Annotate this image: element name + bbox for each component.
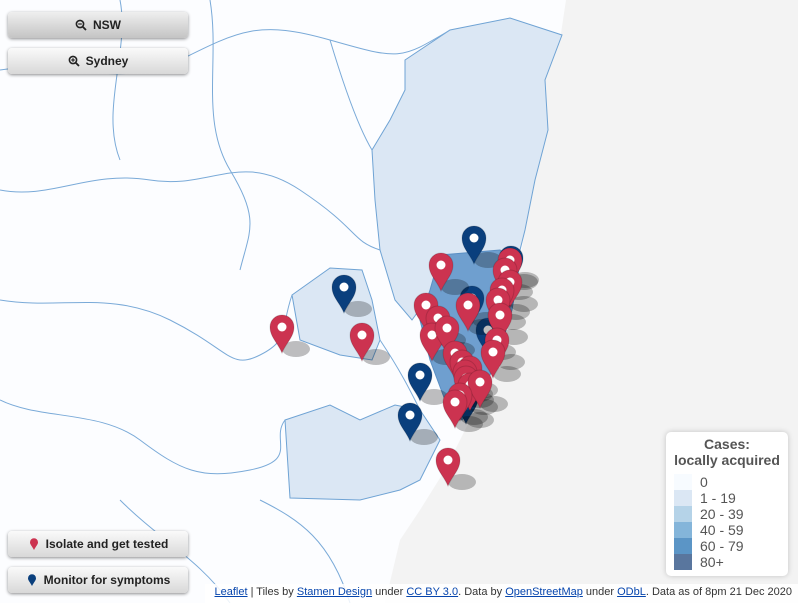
ccby-link[interactable]: CC BY 3.0 — [406, 586, 458, 598]
leaflet-link[interactable]: Leaflet — [215, 586, 248, 598]
legend-swatch — [674, 474, 692, 490]
legend-title-2: locally acquired — [674, 452, 780, 468]
data-date: . Data as of 8pm 21 Dec 2020 — [645, 586, 792, 598]
attr-text: | Tiles by — [247, 586, 297, 598]
attr-text: under — [582, 586, 618, 598]
legend-label: 80+ — [700, 554, 724, 570]
stamen-link[interactable]: Stamen Design — [297, 586, 372, 598]
legend-item: 0 — [666, 474, 788, 490]
red-marker-icon — [29, 538, 38, 550]
attribution: Leaflet | Tiles by Stamen Design under C… — [204, 584, 798, 603]
osm-link[interactable]: OpenStreetMap — [505, 586, 583, 598]
legend-swatch — [674, 538, 692, 554]
odbl-link[interactable]: ODbL — [617, 586, 646, 598]
legend-item: 80+ — [666, 554, 788, 570]
legend-swatch — [674, 506, 692, 522]
zoom-out-icon — [75, 19, 87, 31]
legend-item: 20 - 39 — [666, 506, 788, 522]
legend-label: 40 - 59 — [700, 522, 744, 538]
legend-item: 1 - 19 — [666, 490, 788, 506]
legend-label: 60 - 79 — [700, 538, 744, 554]
legend-item: 60 - 79 — [666, 538, 788, 554]
legend-label: 20 - 39 — [700, 506, 744, 522]
zoom-sydney-label: Sydney — [85, 54, 129, 68]
navy-marker-icon — [27, 574, 36, 586]
monitor-filter-button[interactable]: Monitor for symptoms — [8, 567, 188, 593]
attr-text: . Data by — [458, 586, 506, 598]
legend-title-1: Cases: — [704, 436, 750, 452]
legend-label: 0 — [700, 474, 708, 490]
zoom-nsw-button[interactable]: NSW — [8, 12, 188, 38]
isolate-marker[interactable] — [349, 322, 390, 365]
zoom-nsw-label: NSW — [93, 18, 121, 32]
cases-legend: Cases: locally acquired 01 - 19 20 - 39 40 … — [666, 432, 788, 576]
legend-swatch — [674, 490, 692, 506]
zoom-sydney-button[interactable]: Sydney — [8, 48, 188, 74]
attr-text: under — [372, 586, 407, 598]
isolate-filter-label: Isolate and get tested — [45, 537, 169, 551]
monitor-filter-label: Monitor for symptoms — [43, 573, 171, 587]
zoom-in-icon — [68, 55, 80, 67]
legend-swatch — [674, 522, 692, 538]
legend-swatch — [674, 554, 692, 570]
legend-item: 40 - 59 — [666, 522, 788, 538]
legend-label: 1 - 19 — [700, 490, 736, 506]
boundaries — [0, 0, 451, 603]
isolate-filter-button[interactable]: Isolate and get tested — [8, 531, 188, 557]
